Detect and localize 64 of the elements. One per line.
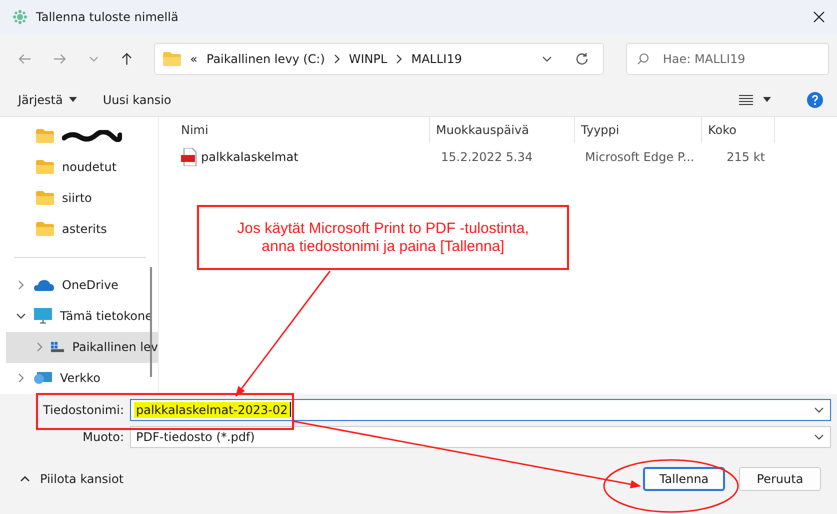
tree-item[interactable]: Verkko [6, 362, 158, 394]
folder-icon [36, 222, 54, 236]
breadcrumb[interactable]: MALLI19 [411, 52, 462, 66]
network-icon [34, 371, 52, 386]
chevron-right-icon [16, 373, 26, 384]
table-cell-text: Microsoft Edge P... [584, 150, 696, 164]
chevron-down-icon [814, 434, 824, 440]
new-folder-button[interactable]: Uusi kansio [96, 88, 178, 111]
callout-text: anna tiedostonimi ja paina [Tallenna] [262, 238, 504, 256]
folder-icon [36, 160, 54, 174]
format-label: Muoto: [82, 430, 125, 444]
organize-menu[interactable]: Järjestä [12, 88, 83, 111]
folder-icon [36, 129, 54, 144]
breadcrumb[interactable]: Paikallinen levy (C:) [206, 52, 325, 66]
caret-icon [68, 97, 77, 102]
column-header[interactable]: Tyyppi [575, 116, 702, 143]
folder-icon [163, 52, 182, 66]
callout-text: Jos käytät Microsoft Print to PDF -tulostinta, [237, 220, 529, 238]
caret-icon[interactable] [763, 97, 771, 102]
breadcrumb[interactable]: WINPL [348, 52, 388, 66]
chevron-down-icon[interactable] [542, 56, 552, 62]
chevron-right-icon [36, 342, 44, 352]
tree-item[interactable]: Tämä tietokone [6, 300, 158, 332]
cloud-icon [34, 279, 54, 292]
up-arrow-icon[interactable] [120, 52, 132, 66]
filename-field[interactable]: palkkalaskelmat-2023-02 [130, 398, 831, 421]
format-dropdown[interactable]: PDF-tiedosto (*.pdf) [130, 426, 831, 448]
table-cell-text: 15.2.2022 5.34 [440, 150, 534, 164]
sidebar-item[interactable]: asterits [6, 214, 158, 245]
app-icon [12, 9, 28, 26]
sidebar-item[interactable]: noudetut [6, 152, 158, 183]
sidebar-item[interactable]: siirto [6, 182, 158, 214]
chevron-down-icon [814, 406, 824, 413]
hide-folders-button[interactable]: Piilota kansiot [14, 471, 130, 488]
overflow-chevron[interactable]: « [190, 52, 198, 66]
search-field[interactable]: Hae: MALLI19 [626, 42, 829, 75]
folder-icon [36, 191, 54, 206]
dialog-button[interactable]: Peruuta [739, 467, 821, 492]
help-icon[interactable] [807, 92, 823, 108]
tree-item[interactable]: OneDrive [6, 270, 158, 301]
back-arrow-icon[interactable] [18, 52, 32, 65]
chevron-up-icon [20, 476, 30, 482]
forward-arrow-icon[interactable] [53, 52, 67, 65]
chevron-down-icon [16, 313, 26, 320]
monitor-icon [34, 308, 52, 324]
column-header[interactable]: Koko [702, 116, 775, 143]
chevron-right-icon [334, 54, 340, 64]
tree-item[interactable]: Paikallinen lev [6, 332, 158, 363]
close-icon[interactable] [813, 11, 825, 24]
drive-icon [51, 340, 64, 354]
window-title: Tallenna tuloste nimellä [36, 10, 178, 24]
filename-label: Tiedostonimi: [42, 402, 125, 417]
column-header[interactable]: Muokkauspäivä [430, 116, 575, 143]
column-header[interactable]: Nimi [169, 116, 430, 143]
pdf-file-icon [181, 148, 197, 166]
refresh-icon[interactable] [574, 52, 589, 66]
view-list-icon[interactable] [739, 94, 753, 105]
dialog-button[interactable]: Tallenna [643, 467, 725, 492]
search-icon [636, 52, 649, 65]
chevron-right-icon [396, 54, 402, 64]
file-name[interactable]: palkkalaskelmat [169, 148, 435, 166]
chevron-right-icon [16, 280, 26, 290]
address-bar[interactable]: « Paikallinen levy (C:) WINPL MALLI19 [154, 42, 604, 75]
table-cell-text: 215 kt [726, 150, 765, 164]
